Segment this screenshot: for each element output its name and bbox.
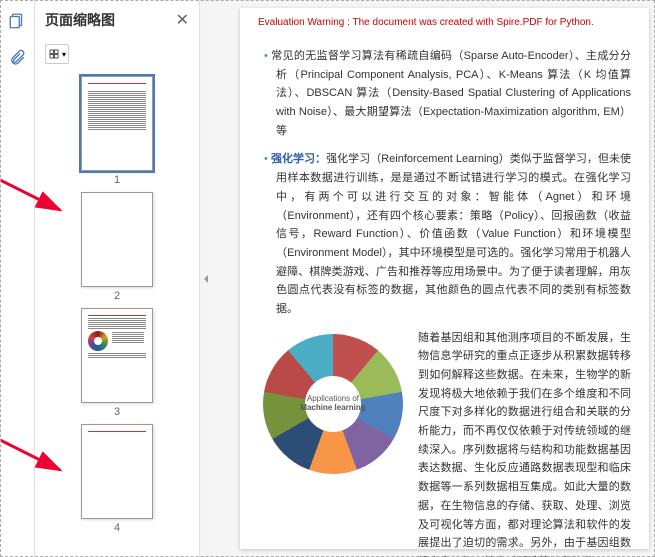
keyword-reinforcement: 强化学习： (271, 153, 326, 165)
evaluation-warning: Evaluation Warning : The document was cr… (258, 14, 631, 31)
paragraph-reinforcement: 强化学习：强化学习（Reinforcement Learning）类似于监督学习… (276, 150, 631, 318)
paragraph-unsupervised: 常见的无监督学习算法有稀疏自编码（Sparse Auto-Encoder）、主成… (276, 47, 631, 140)
thumbnail-page-number: 3 (114, 406, 120, 418)
thumbnail-page-number: 4 (114, 522, 120, 534)
thumbnail-list[interactable]: 1 2 3 (35, 72, 199, 557)
paragraph-bioinformatics: 随着基因组和其他测序项目的不断发展，生物信息学研究的重点正逐步从积累数据转移到如… (418, 329, 631, 557)
left-tool-strip (0, 0, 35, 557)
thumbnail-page-number: 2 (114, 290, 120, 302)
collapse-handle[interactable] (200, 0, 212, 557)
document-scroll[interactable]: Evaluation Warning : The document was cr… (212, 0, 655, 557)
thumbnail-item[interactable]: 3 (81, 308, 153, 418)
thumbnail-options-button[interactable]: ▾ (45, 44, 69, 64)
thumbnails-icon[interactable] (8, 12, 26, 35)
attachment-icon[interactable] (8, 49, 26, 72)
ml-applications-diagram: Applications ofMachine learning (258, 329, 408, 479)
thumbnail-panel: 页面缩略图 ✕ ▾ 1 (35, 0, 200, 557)
thumbnail-item[interactable]: 4 (81, 424, 153, 534)
document-page: Evaluation Warning : The document was cr… (240, 8, 649, 549)
document-area: Evaluation Warning : The document was cr… (212, 0, 655, 557)
thumbnail-page-number: 1 (114, 174, 120, 186)
thumbnail-item[interactable]: 2 (81, 192, 153, 302)
close-icon[interactable]: ✕ (176, 10, 189, 30)
thumbnail-panel-title: 页面缩略图 (45, 10, 115, 30)
thumbnail-item[interactable]: 1 (81, 76, 153, 186)
